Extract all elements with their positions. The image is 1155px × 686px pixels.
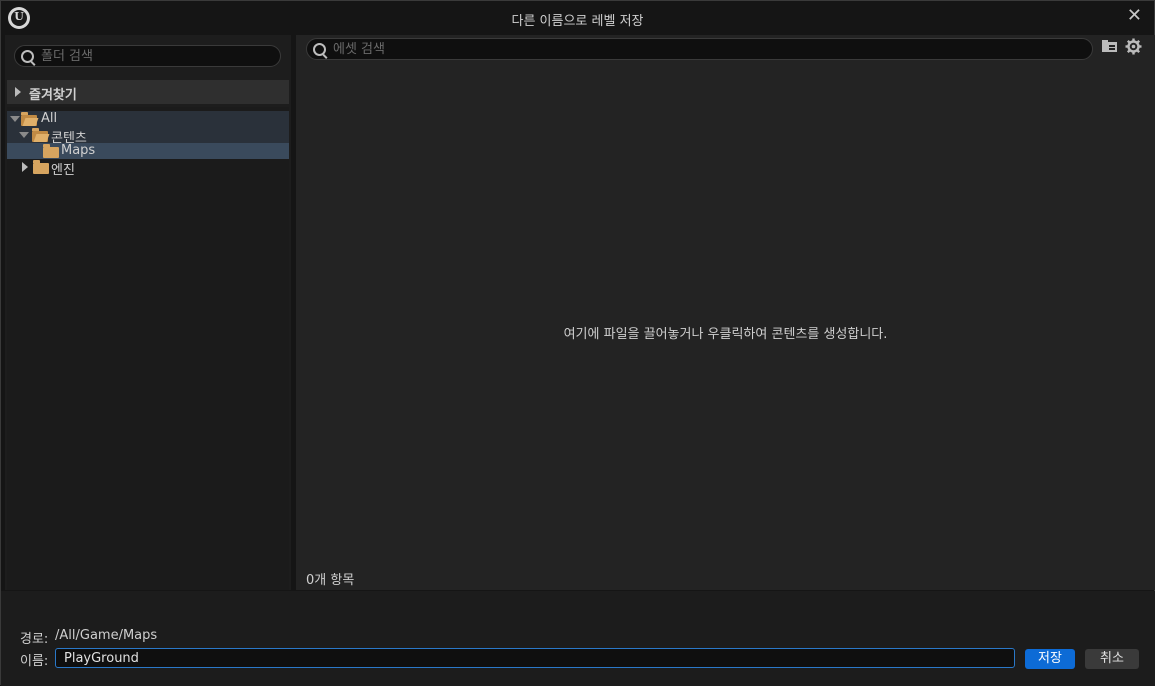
expand-arrow-icon[interactable] <box>22 162 28 172</box>
logo-letter: U <box>14 10 24 23</box>
asset-panel: 여기에 파일을 끌어놓거나 우클릭하여 콘텐츠를 생성합니다. 0개 항목 <box>296 35 1155 590</box>
dialog-footer: 경로: /All/Game/Maps 이름: 저장 취소 <box>1 591 1155 686</box>
tree-item-label: All <box>41 111 58 126</box>
settings-gear-icon[interactable] <box>1125 38 1142 59</box>
close-icon[interactable]: ✕ <box>1127 5 1142 26</box>
folder-icon <box>43 144 59 158</box>
collapse-arrow-icon[interactable] <box>10 116 20 122</box>
empty-content-message: 여기에 파일을 끌어놓거나 우클릭하여 콘텐츠를 생성합니다. <box>563 327 888 342</box>
title-bar: U 다른 이름으로 레벨 저장 ✕ <box>1 1 1154 35</box>
favorites-label: 즐겨찾기 <box>29 88 77 103</box>
folder-panel: 즐겨찾기 All 콘텐츠 Maps 엔진 <box>5 35 291 590</box>
collapse-arrow-icon[interactable] <box>19 132 29 138</box>
tree-item-label: 엔진 <box>51 163 75 178</box>
asset-search-input[interactable] <box>333 40 961 58</box>
folder-tree: All 콘텐츠 Maps 엔진 <box>7 107 289 590</box>
expand-arrow-icon[interactable] <box>15 87 21 97</box>
tree-item-content[interactable]: 콘텐츠 <box>7 127 289 146</box>
save-level-dialog: U 다른 이름으로 레벨 저장 ✕ 즐겨찾기 All 콘텐츠 <box>0 0 1155 686</box>
folder-search-input[interactable] <box>41 47 253 65</box>
save-button[interactable]: 저장 <box>1025 649 1075 669</box>
folder-view-icon[interactable] <box>1101 39 1118 58</box>
folder-open-icon <box>32 128 48 142</box>
tree-item-maps[interactable]: Maps <box>7 143 289 159</box>
favorites-header[interactable]: 즐겨찾기 <box>7 80 289 104</box>
name-field[interactable] <box>55 648 1015 668</box>
folder-search-box[interactable] <box>14 45 281 67</box>
asset-search-box[interactable] <box>306 38 1093 60</box>
cancel-button[interactable]: 취소 <box>1085 649 1139 669</box>
dialog-title: 다른 이름으로 레벨 저장 <box>511 14 644 29</box>
name-label: 이름: <box>20 654 49 669</box>
tree-item-label: Maps <box>61 143 96 158</box>
search-icon <box>313 43 326 56</box>
path-label: 경로: <box>20 632 49 647</box>
path-value: /All/Game/Maps <box>55 628 158 643</box>
folder-icon <box>33 160 49 174</box>
folder-open-icon <box>21 112 37 126</box>
item-count: 0개 항목 <box>306 573 355 588</box>
search-icon <box>21 50 34 63</box>
tree-item-all[interactable]: All <box>7 111 289 127</box>
tree-item-engine[interactable]: 엔진 <box>7 159 289 178</box>
